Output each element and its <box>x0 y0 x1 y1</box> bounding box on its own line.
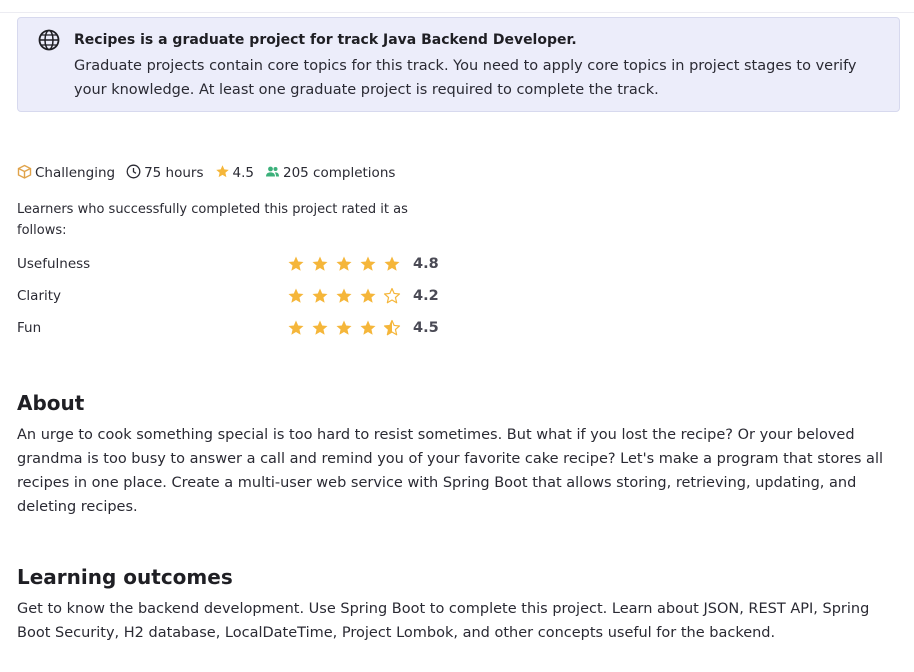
rating-row-usefulness: Usefulness 4.8 <box>17 254 457 274</box>
top-divider <box>0 0 914 13</box>
star-full-icon <box>288 320 304 335</box>
rating-row-label: Fun <box>17 320 42 336</box>
clock-icon <box>126 164 144 183</box>
star-full-icon <box>312 288 328 303</box>
project-meta: Challenging 75 hours 4.5 205 completions <box>17 163 406 183</box>
users-icon <box>265 164 283 183</box>
difficulty-meta: Challenging <box>17 164 115 183</box>
globe-icon <box>38 29 60 51</box>
rating-row-label: Usefulness <box>17 256 91 272</box>
about-heading: About <box>17 391 85 415</box>
star-rating <box>287 287 407 305</box>
star-empty-icon <box>383 287 401 304</box>
star-icon <box>215 164 233 183</box>
learning-outcomes-heading: Learning outcomes <box>17 565 233 589</box>
star-rating <box>287 255 407 273</box>
star-full-icon <box>360 256 376 271</box>
star-full-icon <box>288 256 304 271</box>
ratings-intro: Learners who successfully completed this… <box>17 202 408 238</box>
star-full-icon <box>312 320 328 335</box>
star-half-icon <box>383 319 401 336</box>
rating-label: 4.5 <box>232 165 254 181</box>
banner-text: Graduate projects contain core topics fo… <box>74 58 857 98</box>
rating-row-value: 4.8 <box>413 256 439 272</box>
star-full-icon <box>312 256 328 271</box>
completions-label: 205 completions <box>283 165 396 181</box>
completions-meta: 205 completions <box>265 164 395 183</box>
rating-row-value: 4.5 <box>413 320 439 336</box>
star-full-icon <box>384 256 400 271</box>
star-rating <box>287 319 407 337</box>
box-icon <box>17 164 35 183</box>
rating-meta: 4.5 <box>215 164 254 183</box>
learning-outcomes-text: Get to know the backend development. Use… <box>17 601 870 641</box>
rating-row-fun: Fun 4.5 <box>17 318 457 338</box>
rating-row-label: Clarity <box>17 288 62 304</box>
duration-meta: 75 hours <box>126 164 204 183</box>
star-full-icon <box>288 288 304 303</box>
duration-label: 75 hours <box>144 165 204 181</box>
graduate-project-banner: Recipes is a graduate project for track … <box>17 17 900 112</box>
rating-row-clarity: Clarity 4.2 <box>17 286 457 306</box>
difficulty-label: Challenging <box>35 165 116 181</box>
star-full-icon <box>360 288 376 303</box>
about-text: An urge to cook something special is too… <box>17 427 883 515</box>
star-full-icon <box>360 320 376 335</box>
star-full-icon <box>336 288 352 303</box>
banner-title: Recipes is a graduate project for track … <box>74 32 577 48</box>
star-full-icon <box>336 256 352 271</box>
star-full-icon <box>336 320 352 335</box>
rating-row-value: 4.2 <box>413 288 439 304</box>
